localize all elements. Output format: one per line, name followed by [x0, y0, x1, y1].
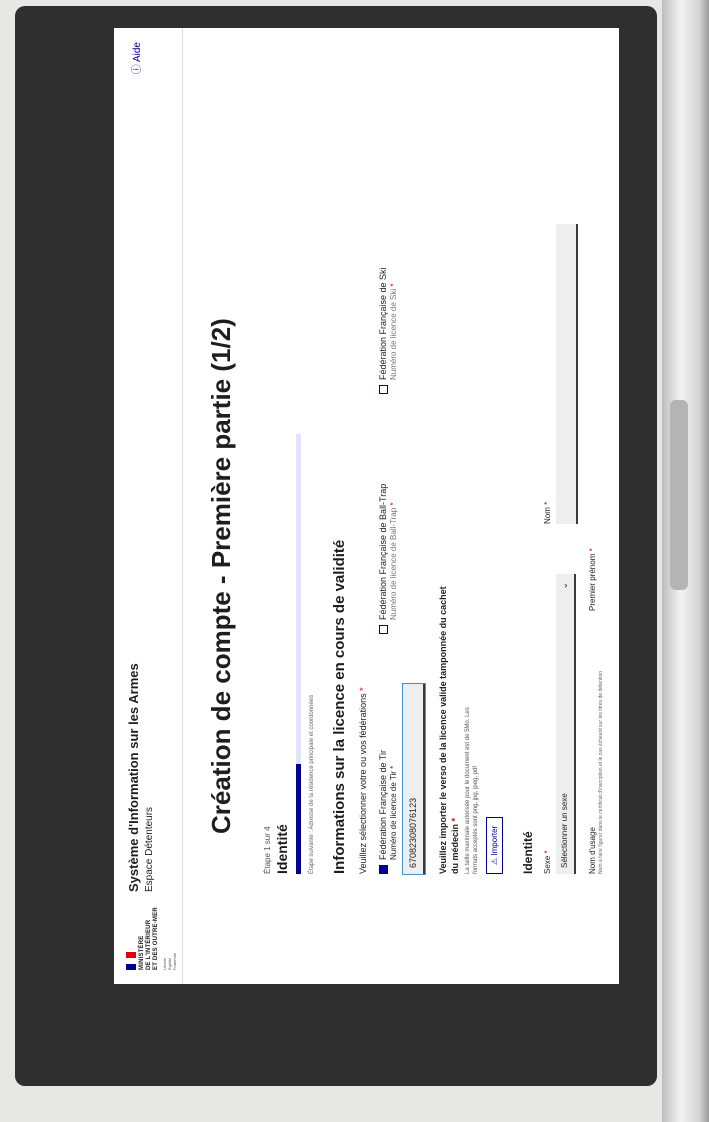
- usage-name-hint: Nom à faire figurer dans le certificat d…: [598, 670, 604, 874]
- licence-tir-input[interactable]: 67082308076123: [402, 675, 426, 883]
- checkbox-ball-trap[interactable]: [378, 625, 388, 634]
- stepper-progress: [296, 434, 301, 874]
- laptop-hinge: [670, 400, 688, 590]
- required-star: *: [450, 817, 460, 822]
- motto-line: Fraternité: [172, 952, 177, 970]
- next-step: Étape suivante : Adresse de la résidence…: [309, 694, 315, 874]
- federation-ball-trap-option[interactable]: Fédération Française de Ball-Trap: [378, 424, 388, 634]
- stepper-progress-fill: [296, 764, 301, 874]
- sex-label-text: Sexe: [543, 855, 552, 874]
- sex-field: Sexe * Sélectionner un sexe ⌄: [543, 574, 578, 874]
- federation-hint-text: Veuillez sélectionner votre ou vos fédér…: [358, 693, 368, 874]
- required-star: *: [358, 687, 368, 691]
- required-star: *: [389, 283, 398, 287]
- flag-icon: [126, 952, 136, 970]
- required-star: *: [543, 850, 552, 854]
- required-star: *: [588, 548, 597, 552]
- licence-ski-label-text: Numéro de licence de Ski: [389, 288, 398, 380]
- logo-line: ET DES OUTRE-MER: [153, 907, 159, 970]
- main-content: Création de compte - Première partie (1/…: [194, 154, 604, 883]
- step-indicator: Étape 1 sur 4: [263, 826, 272, 874]
- federation-ski: Fédération Française de Ski Numéro de li…: [378, 184, 425, 394]
- required-star: *: [543, 501, 552, 505]
- identity-row-2: Nom d'usage Nom à faire figurer dans le …: [588, 154, 604, 874]
- federation-tir: Fédération Française de Tir Numéro de li…: [378, 664, 426, 883]
- help-link[interactable]: ⓘ Aide: [128, 42, 143, 74]
- screen: MINISTÈRE DE L'INTÉRIEUR ET DES OUTRE-ME…: [114, 28, 619, 984]
- federation-ball-trap: Fédération Française de Ball-Trap Numéro…: [378, 424, 425, 634]
- licence-ball-trap-label-text: Numéro de licence de Ball-Trap: [389, 507, 398, 620]
- checkbox-tir[interactable]: [378, 865, 388, 874]
- page-title: Création de compte - Première partie (1/…: [206, 318, 236, 834]
- identity-row: Sexe * Sélectionner un sexe ⌄ Nom *: [543, 154, 578, 874]
- logo-motto: Liberté Égalité Fraternité: [162, 900, 177, 970]
- licence-heading: Informations sur la licence en cours de …: [331, 539, 348, 874]
- federation-tir-option[interactable]: Fédération Française de Tir: [378, 664, 388, 874]
- help-label: Aide: [132, 42, 143, 63]
- import-button-label: Importer: [490, 825, 499, 856]
- site-title[interactable]: Système d'Information sur les Armes: [126, 663, 141, 892]
- federation-ball-trap-name: Fédération Française de Ball-Trap: [378, 483, 388, 620]
- web-page: MINISTÈRE DE L'INTÉRIEUR ET DES OUTRE-ME…: [114, 28, 619, 984]
- checkbox-ski[interactable]: [378, 385, 388, 394]
- sex-select-value: Sélectionner un sexe: [560, 793, 569, 868]
- first-name-field: Premier prénom *: [588, 548, 604, 611]
- sex-select[interactable]: Sélectionner un sexe ⌄: [556, 574, 576, 874]
- federation-row: Fédération Française de Tir Numéro de li…: [378, 154, 426, 883]
- sex-label: Sexe *: [543, 574, 552, 874]
- first-name-label-text: Premier prénom: [588, 553, 597, 611]
- licence-tir-label: Numéro de licence de Tir *: [389, 664, 398, 860]
- required-star: *: [389, 502, 398, 506]
- name-label: Nom *: [543, 224, 552, 524]
- usage-name-field: Nom d'usage Nom à faire figurer dans le …: [588, 671, 604, 874]
- federation-tir-name: Fédération Française de Tir: [378, 749, 388, 860]
- upload-label: Veuillez importer le verso de la licence…: [437, 584, 461, 874]
- upload-hint-line: La taille maximale autorisée pour le doc…: [465, 707, 471, 874]
- chevron-down-icon: ⌄: [559, 582, 569, 590]
- logo-line: DE L'INTÉRIEUR: [146, 919, 152, 970]
- upload-hint: La taille maximale autorisée pour le doc…: [464, 584, 480, 874]
- site-subtitle: Espace Détenteurs: [144, 806, 155, 892]
- step-title: Identité: [274, 824, 290, 874]
- licence-ski-label: Numéro de licence de Ski *: [389, 184, 398, 380]
- name-field: Nom *: [543, 224, 578, 524]
- licence-tir-label-text: Numéro de licence de Tir: [389, 771, 398, 860]
- site-header: MINISTÈRE DE L'INTÉRIEUR ET DES OUTRE-ME…: [114, 28, 183, 984]
- screen-bezel: MINISTÈRE DE L'INTÉRIEUR ET DES OUTRE-ME…: [15, 6, 657, 1086]
- name-input[interactable]: [556, 224, 578, 524]
- upload-label-text: Veuillez importer le verso de la licence…: [438, 586, 460, 874]
- logo-line: MINISTÈRE: [139, 935, 145, 970]
- identity-heading: Identité: [521, 831, 535, 874]
- help-circle-icon: ⓘ: [132, 64, 143, 75]
- licence-upload: Veuillez importer le verso de la licence…: [437, 584, 503, 874]
- federation-ski-option[interactable]: Fédération Française de Ski: [378, 184, 388, 394]
- ministry-logo[interactable]: MINISTÈRE DE L'INTÉRIEUR ET DES OUTRE-ME…: [126, 900, 177, 970]
- usage-name-label: Nom d'usage: [588, 827, 597, 874]
- licence-ball-trap-label: Numéro de licence de Ball-Trap *: [389, 424, 398, 620]
- upload-hint-line: formats acceptés sont png, jpg, jpeg, pd…: [473, 765, 479, 874]
- required-star: *: [389, 765, 398, 769]
- federation-ski-name: Fédération Française de Ski: [378, 267, 388, 380]
- warning-icon: ⚠: [490, 857, 499, 865]
- first-name-label: Premier prénom *: [588, 548, 597, 611]
- federation-hint: Veuillez sélectionner votre ou vos fédér…: [358, 154, 368, 874]
- name-label-text: Nom: [543, 507, 552, 524]
- import-button[interactable]: ⚠ Importer: [486, 816, 503, 874]
